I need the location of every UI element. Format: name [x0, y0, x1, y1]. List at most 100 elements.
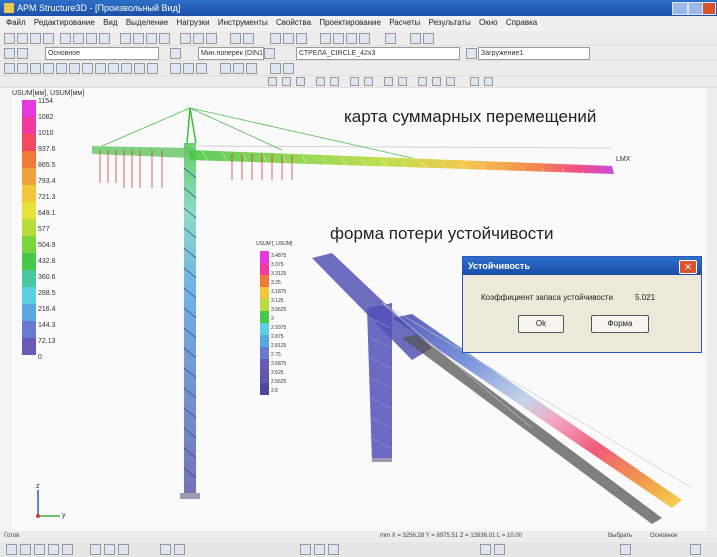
dialog-close-icon[interactable]: ✕: [679, 260, 697, 274]
element-numbers-icon[interactable]: [330, 77, 339, 86]
label-icon[interactable]: [300, 544, 311, 555]
menu-item-window[interactable]: Окно: [479, 18, 498, 27]
color-map-icon[interactable]: [314, 544, 325, 555]
zoom-in-icon[interactable]: [320, 33, 331, 44]
report-icon[interactable]: [470, 77, 479, 86]
arc-icon[interactable]: [43, 63, 54, 74]
divide-icon[interactable]: [147, 63, 158, 74]
ok-button[interactable]: Ok: [518, 315, 564, 333]
menu-item-edit[interactable]: Редактирование: [34, 18, 95, 27]
help-icon[interactable]: [385, 33, 396, 44]
rect-icon[interactable]: [69, 63, 80, 74]
map-icon[interactable]: [432, 77, 441, 86]
redo-icon[interactable]: [99, 33, 110, 44]
save-icon[interactable]: [30, 33, 41, 44]
copy-element-icon[interactable]: [82, 63, 93, 74]
layer-select[interactable]: Основное: [45, 47, 159, 60]
pan-icon[interactable]: [410, 33, 421, 44]
refresh-icon[interactable]: [423, 33, 434, 44]
wire-icon[interactable]: [282, 77, 291, 86]
menu-item-file[interactable]: Файл: [6, 18, 26, 27]
legend-icon[interactable]: [446, 77, 455, 86]
copy-icon[interactable]: [73, 33, 84, 44]
polyline-icon[interactable]: [30, 63, 41, 74]
mesh-icon[interactable]: [170, 63, 181, 74]
calc-icon[interactable]: [230, 33, 241, 44]
results-icon[interactable]: [243, 33, 254, 44]
open-file-icon[interactable]: [17, 33, 28, 44]
node-numbers-icon[interactable]: [316, 77, 325, 86]
distributed-load-icon[interactable]: [206, 33, 217, 44]
line-icon[interactable]: [17, 63, 28, 74]
export-icon[interactable]: [484, 77, 493, 86]
plate-icon[interactable]: [146, 33, 157, 44]
force-icon[interactable]: [180, 33, 191, 44]
menu-item-calc[interactable]: Расчеты: [389, 18, 420, 27]
form-button[interactable]: Форма: [591, 315, 649, 333]
circle-icon[interactable]: [56, 63, 67, 74]
menu-item-loads[interactable]: Нагрузки: [176, 18, 209, 27]
menu-item-tools[interactable]: Инструменты: [218, 18, 268, 27]
show-supports-icon[interactable]: [364, 77, 373, 86]
menu-item-results[interactable]: Результаты: [429, 18, 471, 27]
rod-icon[interactable]: [133, 33, 144, 44]
dimension-icon[interactable]: [283, 63, 294, 74]
load-case-icon[interactable]: [466, 48, 477, 59]
material-select[interactable]: СТРЕЛА_CIRCLE_42x3: [296, 47, 460, 60]
deformed-icon[interactable]: [398, 77, 407, 86]
moment-icon[interactable]: [193, 33, 204, 44]
cursor-icon[interactable]: [480, 544, 491, 555]
new-file-icon[interactable]: [4, 33, 15, 44]
extend-icon[interactable]: [134, 63, 145, 74]
filter-icon[interactable]: [90, 544, 101, 555]
render-icon[interactable]: [196, 63, 207, 74]
node-icon[interactable]: [120, 33, 131, 44]
snap-icon[interactable]: [246, 63, 257, 74]
support-icon[interactable]: [159, 33, 170, 44]
show-loads-icon[interactable]: [350, 77, 359, 86]
section-view-icon[interactable]: [183, 63, 194, 74]
undo-icon[interactable]: [86, 33, 97, 44]
view-front-icon[interactable]: [270, 33, 281, 44]
layer-color-icon[interactable]: [17, 48, 28, 59]
select-icon[interactable]: [4, 63, 15, 74]
hidden-line-icon[interactable]: [296, 77, 305, 86]
print-icon[interactable]: [43, 33, 54, 44]
local-axes-icon[interactable]: [384, 77, 393, 86]
view-top-icon[interactable]: [296, 33, 307, 44]
minimize-button[interactable]: [672, 2, 688, 15]
cut-icon[interactable]: [60, 33, 71, 44]
array-icon[interactable]: [108, 63, 119, 74]
show-all-icon[interactable]: [174, 544, 185, 555]
shade-icon[interactable]: [268, 77, 277, 86]
close-window-button[interactable]: [702, 2, 716, 15]
zoom-out-icon[interactable]: [333, 33, 344, 44]
grid-icon[interactable]: [233, 63, 244, 74]
menu-item-view[interactable]: Вид: [103, 18, 117, 27]
hide-icon[interactable]: [160, 544, 171, 555]
settings-icon[interactable]: [620, 544, 631, 555]
material-icon[interactable]: [264, 48, 275, 59]
polar-icon[interactable]: [62, 544, 73, 555]
load-case-select[interactable]: Загружение1: [478, 47, 590, 60]
pointer-icon[interactable]: [494, 544, 505, 555]
select-all-icon[interactable]: [104, 544, 115, 555]
options-icon[interactable]: [690, 544, 701, 555]
animate-icon[interactable]: [418, 77, 427, 86]
mirror-icon[interactable]: [95, 63, 106, 74]
measure-icon[interactable]: [220, 63, 231, 74]
menu-item-design[interactable]: Проектирование: [319, 18, 381, 27]
trim-icon[interactable]: [121, 63, 132, 74]
zoom-all-icon[interactable]: [346, 33, 357, 44]
snap-node-icon[interactable]: [6, 544, 17, 555]
snap-mid-icon[interactable]: [20, 544, 31, 555]
menu-item-select[interactable]: Выделение: [126, 18, 168, 27]
text-icon[interactable]: [270, 63, 281, 74]
section-select[interactable]: Мин.поперек (DIN125-C2): [198, 47, 264, 60]
snap-grid-icon[interactable]: [34, 544, 45, 555]
arrow-icon[interactable]: [328, 544, 339, 555]
invert-select-icon[interactable]: [118, 544, 129, 555]
ortho-icon[interactable]: [48, 544, 59, 555]
view-side-icon[interactable]: [283, 33, 294, 44]
menu-item-properties[interactable]: Свойства: [276, 18, 311, 27]
